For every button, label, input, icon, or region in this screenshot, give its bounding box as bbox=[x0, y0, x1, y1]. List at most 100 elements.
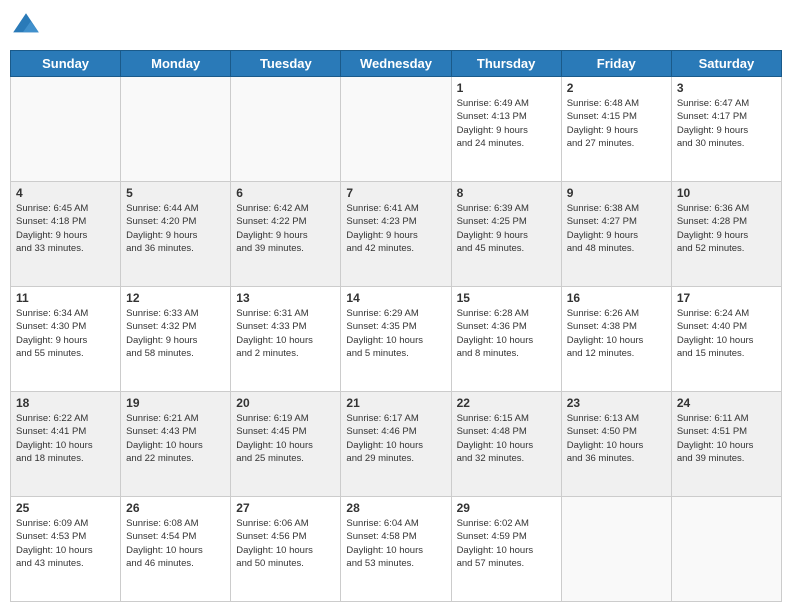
day-info: Sunrise: 6:22 AM Sunset: 4:41 PM Dayligh… bbox=[16, 412, 115, 465]
day-number: 21 bbox=[346, 396, 445, 410]
day-number: 3 bbox=[677, 81, 776, 95]
weekday-header-wednesday: Wednesday bbox=[341, 51, 451, 77]
calendar-table: SundayMondayTuesdayWednesdayThursdayFrid… bbox=[10, 50, 782, 602]
calendar-cell: 25Sunrise: 6:09 AM Sunset: 4:53 PM Dayli… bbox=[11, 497, 121, 602]
day-info: Sunrise: 6:45 AM Sunset: 4:18 PM Dayligh… bbox=[16, 202, 115, 255]
calendar-cell: 7 Sunrise: 6:41 AM Sunset: 4:23 PM Daylig… bbox=[341, 182, 451, 287]
day-info: Sunrise: 6:21 AM Sunset: 4:43 PM Dayligh… bbox=[126, 412, 225, 465]
day-info: Sunrise: 6:47 AM Sunset: 4:17 PM Dayligh… bbox=[677, 97, 776, 150]
day-info: Sunrise: 6:44 AM Sunset: 4:20 PM Dayligh… bbox=[126, 202, 225, 255]
day-number: 27 bbox=[236, 501, 335, 515]
calendar-cell: 27 Sunrise: 6:06 AM Sunset: 4:56 PM Dayli… bbox=[231, 497, 341, 602]
day-number: 5 bbox=[126, 186, 225, 200]
page: SundayMondayTuesdayWednesdayThursdayFrid… bbox=[0, 0, 792, 612]
day-info: Sunrise: 6:42 AM Sunset: 4:22 PM Dayligh… bbox=[236, 202, 335, 255]
calendar-cell: 20 Sunrise: 6:19 AM Sunset: 4:45 PM Dayli… bbox=[231, 392, 341, 497]
calendar-week-row: 25Sunrise: 6:09 AM Sunset: 4:53 PM Dayli… bbox=[11, 497, 782, 602]
calendar-week-row: 11 Sunrise: 6:34 AM Sunset: 4:30 PM Dayli… bbox=[11, 287, 782, 392]
calendar-cell: 21Sunrise: 6:17 AM Sunset: 4:46 PM Dayli… bbox=[341, 392, 451, 497]
calendar-cell bbox=[561, 497, 671, 602]
calendar-cell bbox=[671, 497, 781, 602]
calendar-cell: 16Sunrise: 6:26 AM Sunset: 4:38 PM Dayli… bbox=[561, 287, 671, 392]
day-number: 17 bbox=[677, 291, 776, 305]
day-info: Sunrise: 6:29 AM Sunset: 4:35 PM Dayligh… bbox=[346, 307, 445, 360]
calendar-cell: 18 Sunrise: 6:22 AM Sunset: 4:41 PM Dayli… bbox=[11, 392, 121, 497]
day-info: Sunrise: 6:08 AM Sunset: 4:54 PM Dayligh… bbox=[126, 517, 225, 570]
calendar-cell: 2 Sunrise: 6:48 AM Sunset: 4:15 PM Daylig… bbox=[561, 77, 671, 182]
weekday-header-saturday: Saturday bbox=[671, 51, 781, 77]
day-info: Sunrise: 6:04 AM Sunset: 4:58 PM Dayligh… bbox=[346, 517, 445, 570]
day-number: 25 bbox=[16, 501, 115, 515]
calendar-cell bbox=[341, 77, 451, 182]
calendar-cell: 5 Sunrise: 6:44 AM Sunset: 4:20 PM Daylig… bbox=[121, 182, 231, 287]
calendar-cell bbox=[121, 77, 231, 182]
day-info: Sunrise: 6:06 AM Sunset: 4:56 PM Dayligh… bbox=[236, 517, 335, 570]
day-number: 9 bbox=[567, 186, 666, 200]
calendar-cell: 15Sunrise: 6:28 AM Sunset: 4:36 PM Dayli… bbox=[451, 287, 561, 392]
day-info: Sunrise: 6:13 AM Sunset: 4:50 PM Dayligh… bbox=[567, 412, 666, 465]
weekday-header-row: SundayMondayTuesdayWednesdayThursdayFrid… bbox=[11, 51, 782, 77]
calendar-cell: 22Sunrise: 6:15 AM Sunset: 4:48 PM Dayli… bbox=[451, 392, 561, 497]
day-number: 18 bbox=[16, 396, 115, 410]
day-number: 14 bbox=[346, 291, 445, 305]
day-number: 10 bbox=[677, 186, 776, 200]
calendar-cell: 11 Sunrise: 6:34 AM Sunset: 4:30 PM Dayli… bbox=[11, 287, 121, 392]
calendar-cell: 10Sunrise: 6:36 AM Sunset: 4:28 PM Dayli… bbox=[671, 182, 781, 287]
calendar-cell: 13 Sunrise: 6:31 AM Sunset: 4:33 PM Dayli… bbox=[231, 287, 341, 392]
day-info: Sunrise: 6:31 AM Sunset: 4:33 PM Dayligh… bbox=[236, 307, 335, 360]
calendar-cell: 9 Sunrise: 6:38 AM Sunset: 4:27 PM Daylig… bbox=[561, 182, 671, 287]
day-number: 19 bbox=[126, 396, 225, 410]
day-number: 13 bbox=[236, 291, 335, 305]
calendar-week-row: 1 Sunrise: 6:49 AM Sunset: 4:13 PM Daylig… bbox=[11, 77, 782, 182]
day-number: 8 bbox=[457, 186, 556, 200]
day-info: Sunrise: 6:15 AM Sunset: 4:48 PM Dayligh… bbox=[457, 412, 556, 465]
weekday-header-sunday: Sunday bbox=[11, 51, 121, 77]
weekday-header-tuesday: Tuesday bbox=[231, 51, 341, 77]
day-number: 28 bbox=[346, 501, 445, 515]
calendar-cell: 24 Sunrise: 6:11 AM Sunset: 4:51 PM Dayli… bbox=[671, 392, 781, 497]
day-number: 2 bbox=[567, 81, 666, 95]
calendar-cell: 26 Sunrise: 6:08 AM Sunset: 4:54 PM Dayli… bbox=[121, 497, 231, 602]
day-info: Sunrise: 6:38 AM Sunset: 4:27 PM Dayligh… bbox=[567, 202, 666, 255]
day-info: Sunrise: 6:34 AM Sunset: 4:30 PM Dayligh… bbox=[16, 307, 115, 360]
calendar-cell: 3 Sunrise: 6:47 AM Sunset: 4:17 PM Daylig… bbox=[671, 77, 781, 182]
calendar-cell: 28 Sunrise: 6:04 AM Sunset: 4:58 PM Dayli… bbox=[341, 497, 451, 602]
day-info: Sunrise: 6:19 AM Sunset: 4:45 PM Dayligh… bbox=[236, 412, 335, 465]
day-number: 7 bbox=[346, 186, 445, 200]
calendar-cell: 1 Sunrise: 6:49 AM Sunset: 4:13 PM Daylig… bbox=[451, 77, 561, 182]
day-number: 11 bbox=[16, 291, 115, 305]
day-number: 4 bbox=[16, 186, 115, 200]
logo-icon bbox=[10, 10, 42, 42]
day-info: Sunrise: 6:48 AM Sunset: 4:15 PM Dayligh… bbox=[567, 97, 666, 150]
weekday-header-monday: Monday bbox=[121, 51, 231, 77]
day-info: Sunrise: 6:11 AM Sunset: 4:51 PM Dayligh… bbox=[677, 412, 776, 465]
weekday-header-friday: Friday bbox=[561, 51, 671, 77]
logo bbox=[10, 10, 46, 42]
day-number: 15 bbox=[457, 291, 556, 305]
day-number: 20 bbox=[236, 396, 335, 410]
day-number: 1 bbox=[457, 81, 556, 95]
day-number: 16 bbox=[567, 291, 666, 305]
calendar-cell: 8 Sunrise: 6:39 AM Sunset: 4:25 PM Daylig… bbox=[451, 182, 561, 287]
calendar-cell: 6 Sunrise: 6:42 AM Sunset: 4:22 PM Daylig… bbox=[231, 182, 341, 287]
day-number: 26 bbox=[126, 501, 225, 515]
calendar-cell: 12 Sunrise: 6:33 AM Sunset: 4:32 PM Dayli… bbox=[121, 287, 231, 392]
day-number: 29 bbox=[457, 501, 556, 515]
day-number: 24 bbox=[677, 396, 776, 410]
day-info: Sunrise: 6:24 AM Sunset: 4:40 PM Dayligh… bbox=[677, 307, 776, 360]
day-info: Sunrise: 6:39 AM Sunset: 4:25 PM Dayligh… bbox=[457, 202, 556, 255]
day-info: Sunrise: 6:49 AM Sunset: 4:13 PM Dayligh… bbox=[457, 97, 556, 150]
day-number: 12 bbox=[126, 291, 225, 305]
day-number: 23 bbox=[567, 396, 666, 410]
calendar-cell bbox=[231, 77, 341, 182]
day-info: Sunrise: 6:02 AM Sunset: 4:59 PM Dayligh… bbox=[457, 517, 556, 570]
calendar-cell: 29 Sunrise: 6:02 AM Sunset: 4:59 PM Dayli… bbox=[451, 497, 561, 602]
calendar-cell: 23 Sunrise: 6:13 AM Sunset: 4:50 PM Dayli… bbox=[561, 392, 671, 497]
day-number: 6 bbox=[236, 186, 335, 200]
calendar-cell: 17 Sunrise: 6:24 AM Sunset: 4:40 PM Dayli… bbox=[671, 287, 781, 392]
day-info: Sunrise: 6:41 AM Sunset: 4:23 PM Dayligh… bbox=[346, 202, 445, 255]
calendar-cell: 14 Sunrise: 6:29 AM Sunset: 4:35 PM Dayli… bbox=[341, 287, 451, 392]
day-info: Sunrise: 6:33 AM Sunset: 4:32 PM Dayligh… bbox=[126, 307, 225, 360]
weekday-header-thursday: Thursday bbox=[451, 51, 561, 77]
header bbox=[10, 10, 782, 42]
